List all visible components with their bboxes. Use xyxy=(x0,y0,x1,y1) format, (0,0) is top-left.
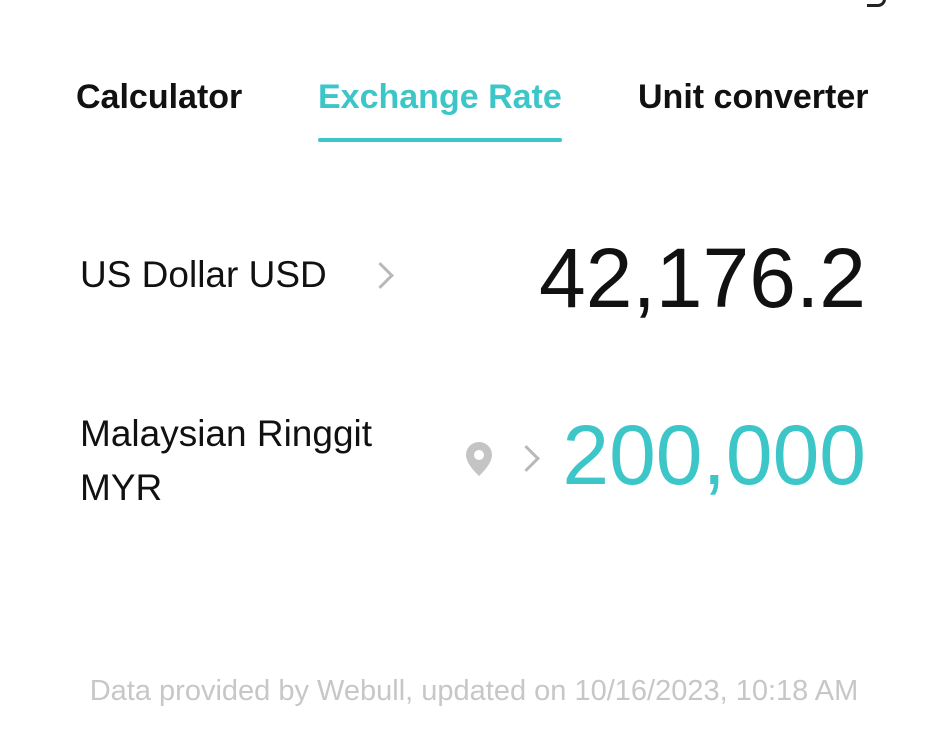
location-pin-icon xyxy=(466,442,492,476)
tab-unit-converter[interactable]: Unit converter xyxy=(638,72,869,122)
currency-selector-usd[interactable]: US Dollar USD xyxy=(80,248,327,302)
currency-selector-myr[interactable]: Malaysian Ringgit MYR xyxy=(80,407,440,515)
tab-calculator[interactable]: Calculator xyxy=(76,72,242,122)
currency-row-usd[interactable]: US Dollar USD 42,176.2 xyxy=(0,228,948,328)
tab-bar: Calculator Exchange Rate Unit converter xyxy=(0,72,948,144)
tab-exchange-rate[interactable]: Exchange Rate xyxy=(318,72,562,122)
data-source-note: Data provided by Webull, updated on 10/1… xyxy=(89,675,859,707)
chevron-right-icon[interactable] xyxy=(367,262,394,289)
currency-row-myr[interactable]: Malaysian Ringgit MYR 200,000 xyxy=(0,405,948,525)
chevron-right-icon[interactable] xyxy=(513,445,540,472)
active-tab-indicator xyxy=(318,138,562,142)
status-glyph-icon xyxy=(867,0,886,7)
amount-myr[interactable]: 200,000 xyxy=(562,405,866,505)
amount-usd[interactable]: 42,176.2 xyxy=(539,228,866,328)
